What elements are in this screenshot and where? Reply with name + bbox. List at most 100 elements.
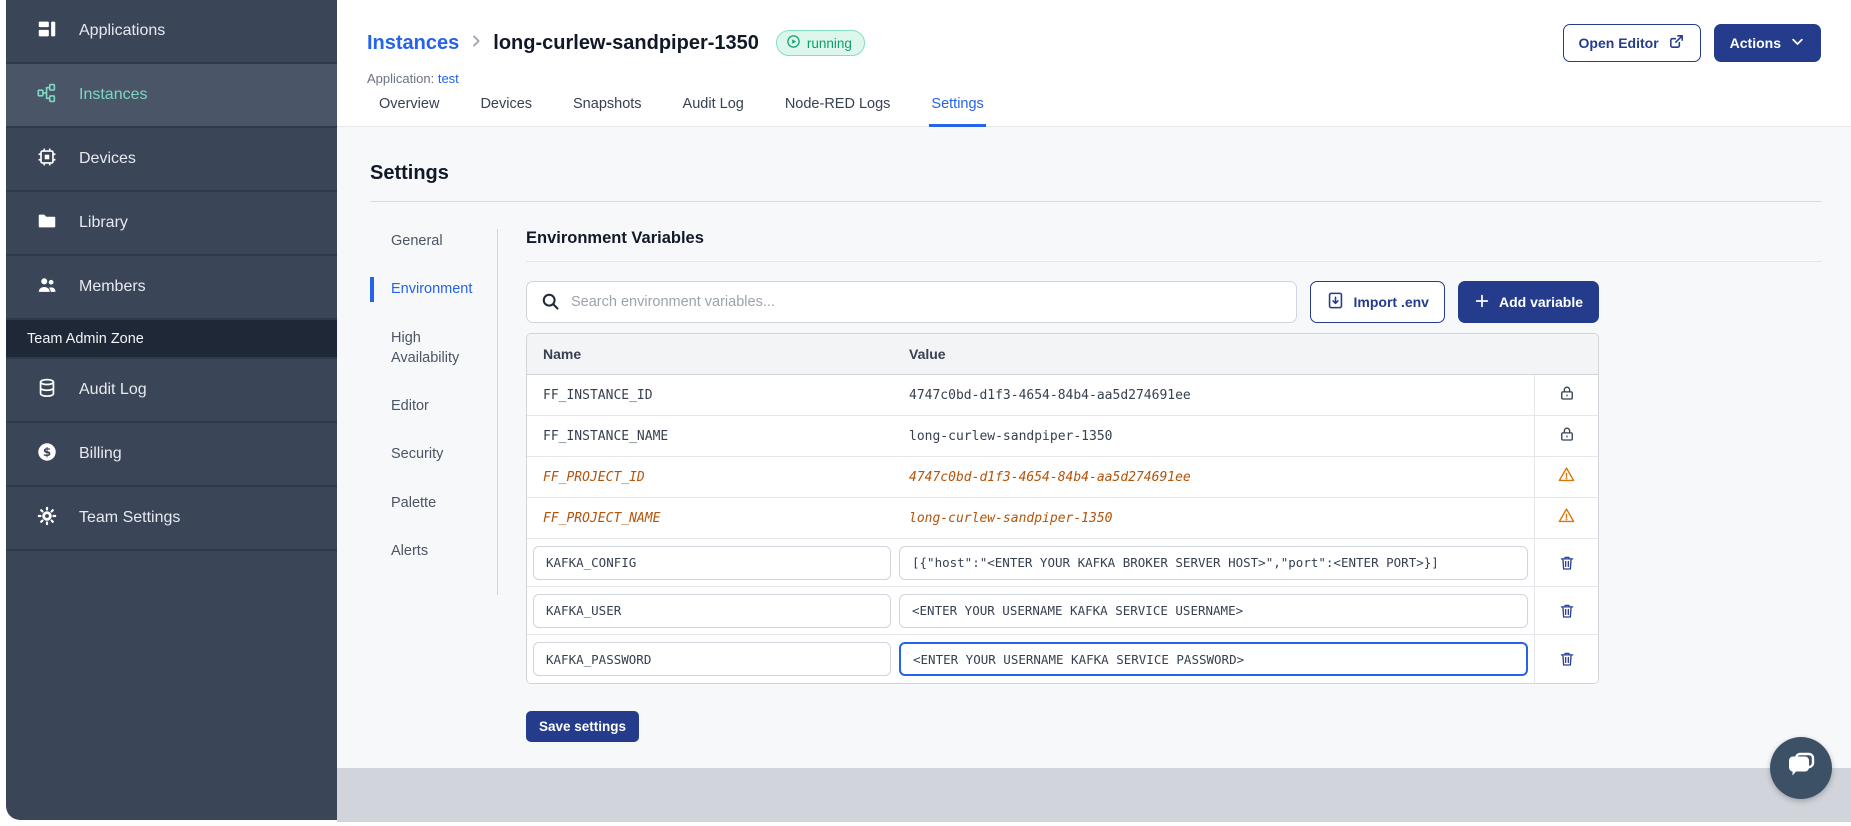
- sidebar-item-label: Instances: [79, 86, 148, 103]
- sidebar-item-label: Audit Log: [79, 381, 147, 398]
- breadcrumb-instances-link[interactable]: Instances: [367, 32, 459, 55]
- sidebar-item-devices[interactable]: Devices: [6, 128, 337, 192]
- env-var-name-input[interactable]: [533, 642, 891, 676]
- team-settings-icon: [36, 505, 58, 532]
- tab-audit-log[interactable]: Audit Log: [681, 96, 746, 127]
- import-env-button[interactable]: Import .env: [1309, 281, 1445, 323]
- status-badge: running: [775, 30, 865, 56]
- table-row: FF_PROJECT_ID 4747c0bd-d1f3-4654-84b4-aa…: [527, 457, 1598, 498]
- footer-band: [337, 768, 1851, 822]
- environment-panel: Environment Variables Search environment…: [526, 229, 1822, 742]
- audit-log-icon: [36, 377, 58, 404]
- page-header: Instances long-curlew-sandpiper-1350 run…: [337, 0, 1851, 127]
- subnav-item-editor[interactable]: Editor: [370, 394, 490, 418]
- env-var-value: long-curlew-sandpiper-1350: [909, 510, 1113, 526]
- sidebar-item-audit-log[interactable]: Audit Log: [6, 359, 337, 423]
- subnav-item-environment[interactable]: Environment: [370, 277, 490, 302]
- actions-button[interactable]: Actions: [1713, 24, 1821, 62]
- env-table: Name Value FF_INSTANCE_ID 4747c0bd-d1f3-…: [526, 333, 1599, 684]
- table-row: FF_PROJECT_NAME long-curlew-sandpiper-13…: [527, 498, 1598, 539]
- tab-snapshots[interactable]: Snapshots: [571, 96, 644, 127]
- sidebar-item-billing[interactable]: $ Billing: [6, 423, 337, 487]
- env-var-value-input-focused[interactable]: [899, 642, 1528, 676]
- env-var-name-input[interactable]: [533, 545, 891, 580]
- env-var-name: FF_INSTANCE_NAME: [543, 428, 669, 444]
- env-var-value: 4747c0bd-d1f3-4654-84b4-aa5d274691ee: [909, 469, 1191, 485]
- external-link-icon: [1668, 33, 1685, 53]
- delete-variable-button[interactable]: [1558, 602, 1576, 620]
- subnav-item-security[interactable]: Security: [370, 442, 490, 466]
- subnav-item-general[interactable]: General: [370, 229, 490, 253]
- status-badge-label: running: [806, 35, 852, 51]
- billing-icon: $: [36, 441, 58, 468]
- devices-icon: [36, 146, 58, 173]
- tab-settings[interactable]: Settings: [929, 96, 986, 127]
- sidebar-item-library[interactable]: Library: [6, 192, 337, 256]
- svg-text:$: $: [43, 445, 51, 459]
- warning-icon: [1557, 465, 1576, 489]
- settings-subnav: General Environment High Availability Ed…: [370, 229, 498, 596]
- env-var-name: FF_INSTANCE_ID: [543, 387, 653, 403]
- add-variable-label: Add variable: [1498, 294, 1583, 310]
- env-var-name-input[interactable]: [533, 593, 891, 628]
- tab-node-red-logs[interactable]: Node-RED Logs: [783, 96, 893, 127]
- open-editor-button[interactable]: Open Editor: [1562, 24, 1701, 62]
- sidebar-item-team-settings[interactable]: Team Settings: [6, 487, 337, 551]
- sidebar-item-applications[interactable]: Applications: [6, 0, 337, 64]
- sidebar-item-instances[interactable]: Instances: [6, 64, 337, 128]
- application-line: Application: test: [367, 71, 1821, 86]
- column-header-name: Name: [543, 346, 582, 362]
- env-var-value: 4747c0bd-d1f3-4654-84b4-aa5d274691ee: [909, 387, 1191, 403]
- sidebar-item-label: Billing: [79, 445, 122, 462]
- trash-icon: [1560, 652, 1573, 666]
- settings-page: Settings General Environment High Availa…: [337, 127, 1851, 768]
- subnav-item-alerts[interactable]: Alerts: [370, 539, 490, 563]
- lock-icon: [1558, 384, 1576, 407]
- plus-icon: [1474, 293, 1490, 312]
- subnav-item-palette[interactable]: Palette: [370, 491, 490, 515]
- warning-icon: [1557, 506, 1576, 530]
- library-icon: [36, 210, 58, 237]
- delete-variable-button[interactable]: [1558, 554, 1576, 572]
- chat-icon: [1784, 749, 1818, 788]
- sidebar-item-label: Team Settings: [79, 509, 181, 526]
- running-icon: [786, 34, 801, 52]
- tab-overview[interactable]: Overview: [377, 96, 441, 127]
- delete-variable-button[interactable]: [1558, 650, 1576, 668]
- lock-icon: [1558, 425, 1576, 448]
- table-header-row: Name Value: [527, 334, 1598, 375]
- add-variable-button[interactable]: Add variable: [1457, 281, 1599, 323]
- env-var-value: long-curlew-sandpiper-1350: [909, 428, 1113, 444]
- env-var-value-input[interactable]: [899, 593, 1528, 628]
- chat-widget-button[interactable]: [1770, 737, 1832, 799]
- tab-devices[interactable]: Devices: [478, 96, 534, 127]
- env-toolbar: Import .env Add variable: [526, 281, 1599, 323]
- table-row: FF_INSTANCE_ID 4747c0bd-d1f3-4654-84b4-a…: [527, 375, 1598, 416]
- page-title: Settings: [370, 162, 449, 184]
- sidebar-section-team-admin-zone: Team Admin Zone: [6, 320, 337, 359]
- subnav-item-high-availability[interactable]: High Availability: [370, 326, 490, 371]
- members-icon: [36, 274, 58, 301]
- instance-name: long-curlew-sandpiper-1350: [493, 31, 759, 54]
- section-title: Environment Variables: [526, 229, 1822, 262]
- sidebar-item-label: Members: [79, 278, 146, 295]
- breadcrumb: Instances long-curlew-sandpiper-1350: [367, 32, 759, 55]
- table-row: FF_INSTANCE_NAME long-curlew-sandpiper-1…: [527, 416, 1598, 457]
- table-row: [527, 539, 1598, 587]
- app-window: Applications Instances Devices Library M…: [0, 0, 1851, 826]
- applications-icon: [36, 18, 58, 45]
- trash-icon: [1560, 604, 1573, 618]
- sidebar: Applications Instances Devices Library M…: [6, 0, 337, 820]
- env-var-name: FF_PROJECT_ID: [543, 469, 645, 485]
- save-settings-button[interactable]: Save settings: [526, 711, 640, 742]
- search-input[interactable]: [526, 281, 1297, 323]
- application-link[interactable]: test: [438, 71, 459, 86]
- trash-icon: [1560, 556, 1573, 570]
- env-var-value-input[interactable]: [899, 545, 1528, 580]
- sidebar-item-members[interactable]: Members: [6, 256, 337, 320]
- sidebar-item-label: Applications: [79, 22, 166, 39]
- import-env-label: Import .env: [1353, 294, 1429, 310]
- import-icon: [1326, 291, 1345, 313]
- sidebar-item-label: Library: [79, 214, 128, 231]
- application-label: Application:: [367, 71, 435, 86]
